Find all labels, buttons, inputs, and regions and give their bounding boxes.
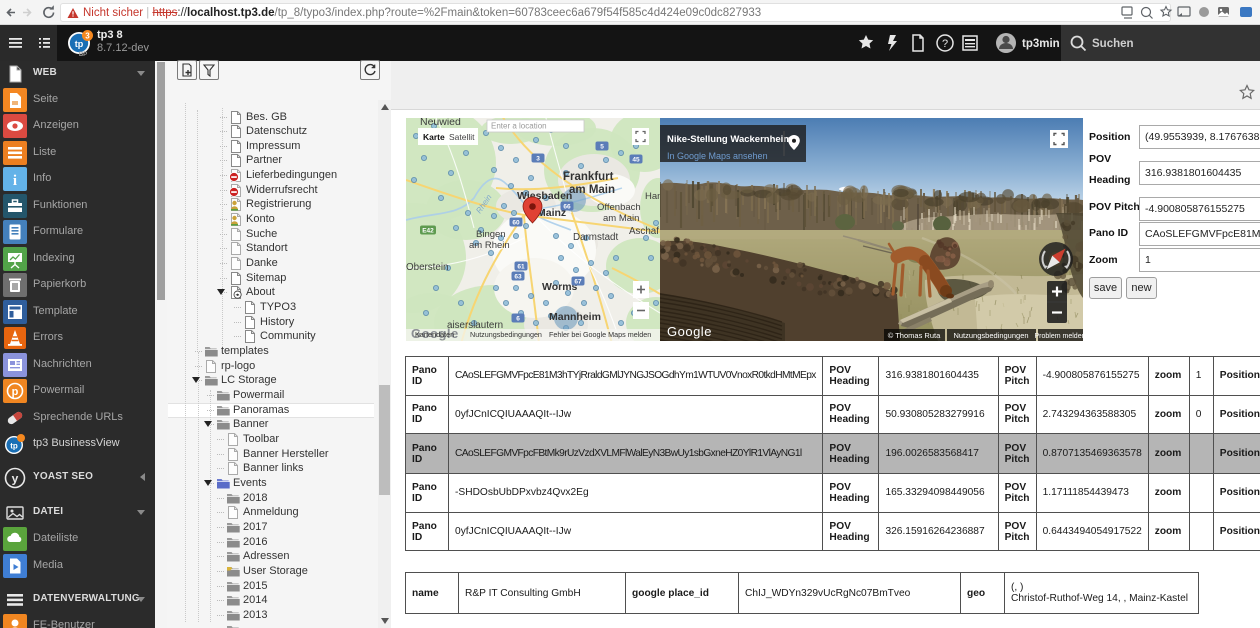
svg-text:6: 6 <box>516 316 520 323</box>
svg-text:Darmstadt: Darmstadt <box>573 232 618 243</box>
svg-text:Enter a location: Enter a location <box>491 122 547 131</box>
svg-text:Fehler bei Google Maps melden: Fehler bei Google Maps melden <box>549 330 651 339</box>
svg-text:am Main: am Main <box>569 184 615 196</box>
svg-text:45: 45 <box>632 157 640 164</box>
svg-text:61: 61 <box>517 264 525 271</box>
svg-text:Offenbach: Offenbach <box>597 202 641 213</box>
svg-text:Nike-Stellung Wackernheim: Nike-Stellung Wackernheim <box>667 134 792 145</box>
svg-text:Problem melden: Problem melden <box>1035 333 1083 340</box>
svg-text:p: p <box>12 386 19 398</box>
svg-text:63: 63 <box>514 274 522 281</box>
svg-text:60: 60 <box>512 220 520 227</box>
svg-text:67: 67 <box>574 279 582 286</box>
svg-text:Nutzungsbedingungen: Nutzungsbedingungen <box>470 330 542 339</box>
svg-text:5: 5 <box>600 144 604 151</box>
svg-text:Nutzungsbedingungen: Nutzungsbedingungen <box>953 331 1028 340</box>
svg-text:y: y <box>12 472 19 486</box>
svg-text:3: 3 <box>85 32 90 41</box>
svg-text:In Google Maps ansehen: In Google Maps ansehen <box>667 151 768 161</box>
svg-text:Hana: Hana <box>645 191 660 202</box>
svg-text:Oberstein: Oberstein <box>406 262 448 273</box>
svg-text:3: 3 <box>536 156 540 163</box>
svg-text:Bingen: Bingen <box>476 229 506 240</box>
svg-text:tp: tp <box>10 442 18 451</box>
svg-text:i: i <box>13 173 17 189</box>
svg-text:Aschaf: Aschaf <box>629 226 659 237</box>
svg-text:Satellit: Satellit <box>449 132 475 142</box>
svg-text:BP: BP <box>79 52 87 58</box>
svg-text:?: ? <box>942 38 948 50</box>
svg-text:am Rhein: am Rhein <box>469 240 510 251</box>
svg-text:© Thomas Ruta: © Thomas Ruta <box>888 331 941 340</box>
svg-text:66: 66 <box>563 204 571 211</box>
svg-text:Karte: Karte <box>423 132 445 142</box>
svg-text:E42: E42 <box>422 228 434 235</box>
svg-text:Kartendaten: Kartendaten <box>415 330 454 339</box>
svg-text:Neuwied: Neuwied <box>420 118 461 128</box>
svg-text:Frankfurt: Frankfurt <box>563 171 614 183</box>
svg-text:Google: Google <box>667 324 712 339</box>
svg-text:tp: tp <box>75 39 84 49</box>
svg-text:tp3min: tp3min <box>1022 38 1060 50</box>
svg-text:Suchen: Suchen <box>1092 38 1134 50</box>
svg-text:Mannheim: Mannheim <box>549 311 601 323</box>
svg-text:am Main: am Main <box>603 213 639 224</box>
